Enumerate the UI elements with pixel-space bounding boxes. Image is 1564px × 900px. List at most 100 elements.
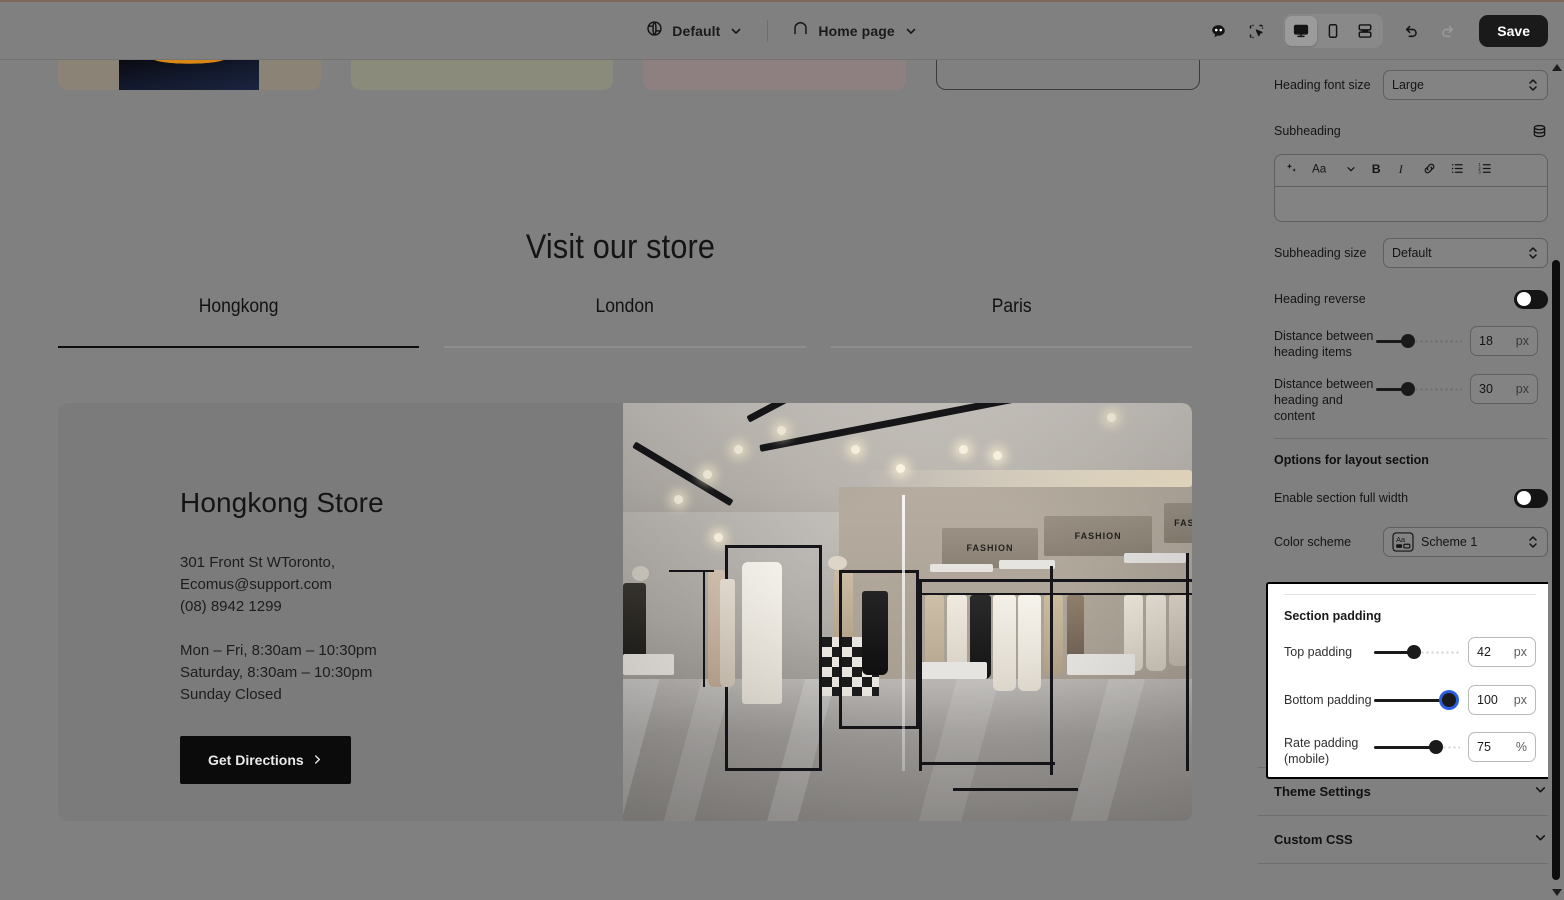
font-size-icon[interactable]: Aa: [1312, 161, 1332, 181]
store-info: Hongkong Store 301 Front St WToronto, Ec…: [58, 403, 623, 821]
tab-underline: [830, 346, 1192, 348]
unit-label: px: [1513, 645, 1527, 659]
top-padding-slider[interactable]: [1374, 641, 1460, 663]
store-tab-hongkong[interactable]: Hongkong: [58, 296, 420, 348]
subheading-size-label: Subheading size: [1274, 246, 1367, 260]
unit-label: px: [1515, 382, 1529, 396]
top-toolbar: Default Home page Save: [0, 0, 1564, 60]
save-button[interactable]: Save: [1479, 15, 1548, 47]
unit-label: %: [1515, 740, 1527, 754]
distance-heading-content-slider[interactable]: [1376, 378, 1462, 400]
subheading-rich-text-editor[interactable]: Aa B I 1 2 3: [1274, 154, 1548, 222]
chevron-down-icon[interactable]: [1345, 162, 1357, 180]
toggle-knob: [1516, 292, 1531, 306]
color-scheme-select[interactable]: Aa Scheme 1: [1383, 527, 1548, 557]
page-title: Visit our store: [525, 228, 716, 266]
link-icon[interactable]: [1422, 161, 1437, 181]
scroll-up-arrow-icon[interactable]: [1552, 64, 1562, 71]
top-padding-label: Top padding: [1284, 645, 1353, 659]
heading-font-size-select[interactable]: Large: [1383, 70, 1548, 100]
theme-selector[interactable]: Default: [636, 14, 753, 48]
accordion-next-divider: [1258, 863, 1564, 883]
italic-icon[interactable]: I: [1397, 161, 1409, 181]
subheading-size-value: Default: [1392, 246, 1432, 260]
distance-heading-content-input[interactable]: 30 px: [1470, 374, 1538, 404]
svg-text:Aa: Aa: [1396, 535, 1406, 544]
peek-card-outlined[interactable]: [935, 60, 1200, 90]
svg-text:Aa: Aa: [1312, 162, 1327, 175]
color-scheme-icon: Aa: [1392, 532, 1414, 552]
rte-toolbar: Aa B I 1 2 3: [1275, 155, 1547, 187]
store-location-tabs: Hongkong London Paris: [58, 296, 1192, 348]
product-thumb: [119, 60, 260, 90]
theme-selector-label: Default: [672, 23, 721, 39]
store-tab-label: Paris: [991, 296, 1032, 317]
svg-text:I: I: [1398, 161, 1404, 175]
rate-padding-input[interactable]: 75 %: [1468, 732, 1536, 762]
rate-padding-label: Rate padding (mobile): [1284, 736, 1359, 766]
chevron-right-icon: [312, 752, 323, 768]
heading-reverse-toggle[interactable]: [1514, 289, 1548, 309]
store-tab-paris[interactable]: Paris: [830, 296, 1192, 348]
preview-canvas[interactable]: Visit our store Hongkong London Paris Ho…: [0, 60, 1258, 900]
section-divider: [1274, 438, 1548, 439]
store-detail-card: Hongkong Store 301 Front St WToronto, Ec…: [58, 403, 1192, 821]
bottom-padding-input[interactable]: 100 px: [1468, 685, 1536, 715]
unit-label: px: [1515, 334, 1529, 348]
top-padding-input[interactable]: 42 px: [1468, 637, 1536, 667]
chevron-down-icon: [904, 24, 918, 38]
subheading-size-select[interactable]: Default: [1383, 238, 1548, 268]
store-address: 301 Front St WToronto,: [180, 554, 336, 571]
section-padding-title: Section padding: [1284, 609, 1382, 623]
bulleted-list-icon[interactable]: [1450, 161, 1465, 181]
bottom-padding-slider[interactable]: [1374, 689, 1460, 711]
store-tab-label: London: [595, 296, 655, 317]
store-hours-sunday: Sunday Closed: [180, 686, 282, 703]
value: 75: [1477, 740, 1491, 754]
subheading-textarea[interactable]: [1275, 187, 1547, 221]
tab-underline: [444, 346, 806, 348]
setting-subheading-header: Subheading: [1274, 114, 1548, 148]
tab-underline: [58, 346, 420, 348]
desktop-icon[interactable]: [1285, 16, 1318, 46]
database-icon[interactable]: [1531, 123, 1548, 140]
select-region-icon[interactable]: [1239, 14, 1273, 48]
get-directions-button[interactable]: Get Directions: [180, 736, 351, 784]
undo-icon[interactable]: [1393, 14, 1427, 48]
peek-card[interactable]: [643, 60, 906, 90]
sidebar-scrollbar-thumb[interactable]: [1552, 260, 1560, 880]
distance-heading-items-slider[interactable]: [1376, 330, 1462, 352]
scroll-down-arrow-icon[interactable]: [1552, 889, 1562, 896]
get-directions-label: Get Directions: [208, 752, 304, 768]
distance-heading-items-input[interactable]: 18 px: [1470, 326, 1538, 356]
toolbar-right-group: Save: [1201, 2, 1548, 60]
store-tab-label: Hongkong: [198, 296, 279, 317]
peeking-card-row: [58, 60, 1200, 90]
sparkle-icon[interactable]: [1284, 161, 1299, 181]
setting-distance-heading-content: Distance between heading and content 30 …: [1274, 374, 1548, 424]
store-tab-london[interactable]: London: [444, 296, 806, 348]
fullscreen-icon[interactable]: [1349, 16, 1381, 46]
subheading-label: Subheading: [1274, 124, 1341, 138]
toolbar-divider: [767, 20, 769, 42]
stepper-icon: [1527, 244, 1539, 262]
setting-rate-padding-mobile: Rate padding (mobile) 75 %: [1284, 731, 1536, 767]
sidebar-scrollbar[interactable]: [1548, 60, 1564, 900]
heading-font-size-value: Large: [1392, 78, 1424, 92]
bold-icon[interactable]: B: [1370, 161, 1384, 181]
peek-card[interactable]: [58, 60, 321, 90]
layout-section-title: Options for layout section: [1274, 453, 1429, 467]
chevron-down-icon: [1533, 830, 1548, 850]
accordion-custom-css[interactable]: Custom CSS: [1258, 815, 1564, 863]
chevron-down-icon: [729, 24, 743, 38]
numbered-list-icon[interactable]: 1 2 3: [1478, 161, 1493, 181]
mobile-icon[interactable]: [1317, 16, 1349, 46]
rate-padding-slider[interactable]: [1374, 736, 1460, 758]
value: 42: [1477, 645, 1491, 659]
enable-full-width-toggle[interactable]: [1514, 488, 1548, 508]
setting-top-padding: Top padding 42 px: [1284, 635, 1536, 669]
inspector-icon[interactable]: [1201, 14, 1235, 48]
page-selector[interactable]: Home page: [782, 14, 927, 48]
peek-card[interactable]: [350, 60, 613, 90]
